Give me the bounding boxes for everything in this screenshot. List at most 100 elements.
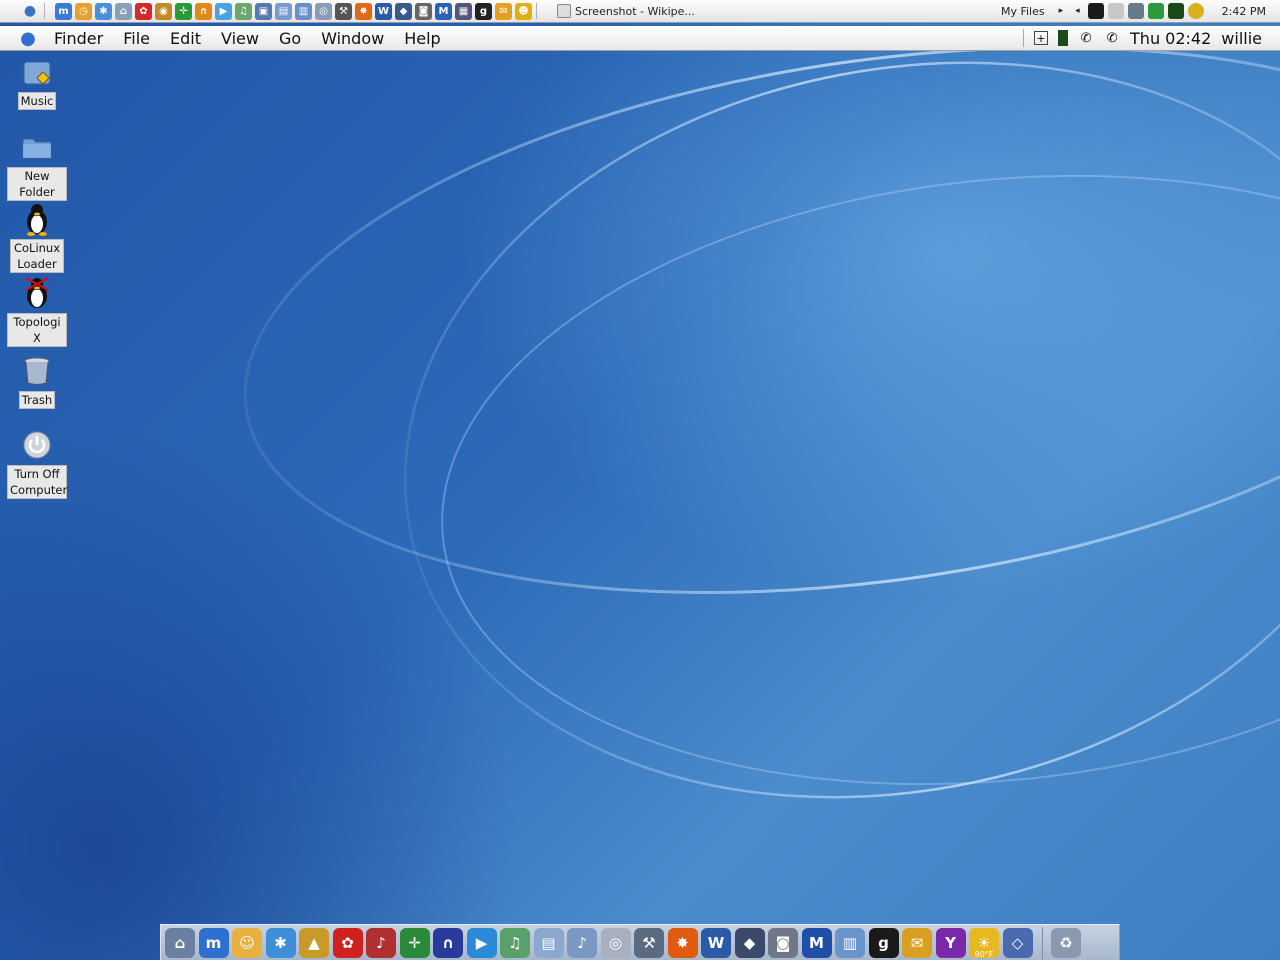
camera-icon[interactable]: ◙: [415, 2, 432, 20]
menu-bar: ● Finder File Edit View Go Window Help +…: [0, 26, 1280, 51]
dock-home-icon[interactable]: ⌂: [165, 927, 195, 958]
penguin-icon: [20, 202, 54, 236]
menu-extras: + ✆ ✆ Thu 02:42 willie: [1023, 26, 1262, 50]
cube-icon[interactable]: ◆: [395, 2, 412, 20]
smiley-icon[interactable]: ☻: [515, 2, 532, 20]
tools-icon[interactable]: ⚒: [335, 2, 352, 20]
dock-people-icon[interactable]: ✱: [265, 927, 296, 958]
music-folder-icon: [20, 55, 54, 89]
desktop-icon-trash[interactable]: Trash: [7, 354, 67, 409]
clock-icon[interactable]: ◷: [75, 2, 92, 20]
dock-folder-icon[interactable]: ▥: [835, 927, 865, 958]
arrow-right-icon[interactable]: ▸: [1059, 6, 1064, 16]
monitor-tray-icon[interactable]: [1147, 3, 1164, 19]
word-icon[interactable]: W: [375, 2, 392, 20]
wallpaper-swoosh: [243, 46, 1280, 799]
apple-menu-icon[interactable]: ●: [16, 28, 40, 49]
dock-itunes-icon[interactable]: ♫: [500, 927, 530, 958]
dock-music-folder-icon[interactable]: ♪: [567, 927, 597, 958]
gnome-icon[interactable]: ◉: [155, 2, 172, 20]
headphones-icon[interactable]: ∩: [195, 2, 212, 20]
desktop: [0, 0, 1280, 960]
folder-icon[interactable]: ▥: [295, 2, 312, 20]
dock-music-ex-icon[interactable]: ♪: [366, 927, 396, 958]
g-icon[interactable]: g: [475, 2, 492, 20]
arrow-left-icon[interactable]: ◂: [1075, 6, 1080, 16]
itunes-icon[interactable]: ♫: [235, 2, 252, 20]
network-icon[interactable]: ⌂: [115, 2, 132, 20]
dock-flower-icon[interactable]: ✿: [332, 927, 363, 958]
dock-documents-icon[interactable]: ▤: [533, 927, 564, 958]
target-icon[interactable]: ✛: [175, 2, 192, 20]
meter-tray-icon[interactable]: [1167, 3, 1184, 19]
penguin-x-icon: [20, 276, 54, 310]
phone-tray-icon[interactable]: [1107, 3, 1124, 19]
desktop-icon-new-folder[interactable]: New Folder: [7, 130, 67, 201]
dvd-icon[interactable]: ◎: [315, 2, 332, 20]
g-tray-icon[interactable]: [1087, 3, 1104, 19]
dock-mail-m-icon[interactable]: M: [801, 927, 832, 958]
mail-icon[interactable]: ✉: [495, 2, 512, 20]
meter-icon[interactable]: [1058, 30, 1069, 46]
desktop-icon-label: New Folder: [7, 167, 67, 201]
dock-divider: [1042, 926, 1043, 959]
system-tray: My Files ▸ ◂ 2:42 PM: [1001, 0, 1280, 22]
add-icon[interactable]: +: [1034, 31, 1049, 45]
menu-help[interactable]: Help: [404, 29, 440, 48]
smiley-tray-icon[interactable]: [1187, 3, 1204, 19]
dock-media-player-icon[interactable]: ▶: [466, 927, 497, 958]
dock-contacts-icon[interactable]: ☺: [232, 927, 262, 958]
desktop-icon-turn-off[interactable]: Turn Off Computer: [7, 428, 67, 499]
menu-view[interactable]: View: [221, 29, 259, 48]
phone-icon[interactable]: ✆: [1078, 30, 1094, 46]
my-files-link[interactable]: My Files: [1001, 5, 1045, 18]
dock-trash-icon[interactable]: ♻: [1051, 927, 1081, 958]
dock-mail-icon[interactable]: ✉: [902, 927, 932, 958]
menu-go[interactable]: Go: [279, 29, 301, 48]
task-button-screenshot[interactable]: Screenshot - Wikipe...: [551, 2, 923, 20]
dock-headphones-icon[interactable]: ∩: [433, 927, 463, 958]
user-name[interactable]: willie: [1221, 29, 1262, 48]
menu-window[interactable]: Window: [321, 29, 384, 48]
menu-finder[interactable]: Finder: [54, 29, 103, 48]
window-icon: [557, 4, 571, 18]
dock-cube-icon[interactable]: ◆: [734, 927, 765, 958]
dock-tools-icon[interactable]: ⚒: [634, 927, 664, 958]
dock-triangle-app-icon[interactable]: ▲: [299, 927, 329, 958]
desktop-icon-topologi[interactable]: Topologi X: [7, 276, 67, 347]
dock-dvd-icon[interactable]: ◎: [600, 927, 631, 958]
dock: ⌂ m ☺ ✱ ▲ ✿ ♪ ✛ ∩ ▶ ♫ ▤ ♪ ◎ ⚒ ✸ W ◆ ◙ M ▥ g ✉ Y ☀ 90°F ◇ ♻: [160, 924, 1120, 960]
messenger-icon[interactable]: ✱: [95, 2, 112, 20]
photos-icon[interactable]: ▦: [455, 2, 472, 20]
taskbar-clock[interactable]: 2:42 PM: [1222, 5, 1266, 18]
play-icon[interactable]: ▶: [215, 2, 232, 20]
task-button-label: Screenshot - Wikipe...: [575, 4, 695, 18]
dock-burn-icon[interactable]: ✸: [667, 927, 698, 958]
burn-icon[interactable]: ✸: [355, 2, 372, 20]
power-icon: [20, 428, 54, 462]
dock-box-icon[interactable]: ◇: [1002, 927, 1033, 958]
desktop-icon-colinux[interactable]: CoLinux Loader: [7, 202, 67, 273]
taskbar: ● m ◷ ✱ ⌂ ✿ ◉ ✛ ∩ ▶ ♫ ▣ ▤ ▥ ◎ ⚒ ✸ W ◆ ◙ M ▦ g ✉ ☻ Screenshot - …: [0, 0, 1280, 23]
apple-icon[interactable]: ●: [20, 3, 40, 19]
dock-word-icon[interactable]: W: [701, 927, 731, 958]
quick-launch: m ◷ ✱ ⌂ ✿ ◉ ✛ ∩ ▶ ♫ ▣ ▤ ▥ ◎ ⚒ ✸ W ◆ ◙ M ▦ g ✉ ☻: [55, 2, 532, 20]
desktop-icon-music[interactable]: Music: [7, 55, 67, 110]
menu-edit[interactable]: Edit: [170, 29, 201, 48]
dock-target-icon[interactable]: ✛: [399, 927, 430, 958]
dock-msn-icon[interactable]: m: [198, 927, 229, 958]
dock-g-icon[interactable]: g: [868, 927, 899, 958]
network-tray-icon[interactable]: [1127, 3, 1144, 19]
menu-file[interactable]: File: [123, 29, 150, 48]
flower-icon[interactable]: ✿: [135, 2, 152, 20]
mail-m-icon[interactable]: M: [435, 2, 452, 20]
phone-icon-2[interactable]: ✆: [1104, 30, 1120, 46]
menu-divider: [1023, 29, 1025, 47]
dock-weather-icon[interactable]: ☀ 90°F: [969, 927, 999, 959]
menu-clock[interactable]: Thu 02:42: [1130, 29, 1211, 48]
screen-icon[interactable]: ▣: [255, 2, 272, 20]
msn-icon[interactable]: m: [55, 2, 72, 20]
dock-yahoo-icon[interactable]: Y: [935, 927, 966, 958]
document-icon[interactable]: ▤: [275, 2, 292, 20]
dock-camera-icon[interactable]: ◙: [768, 927, 798, 958]
